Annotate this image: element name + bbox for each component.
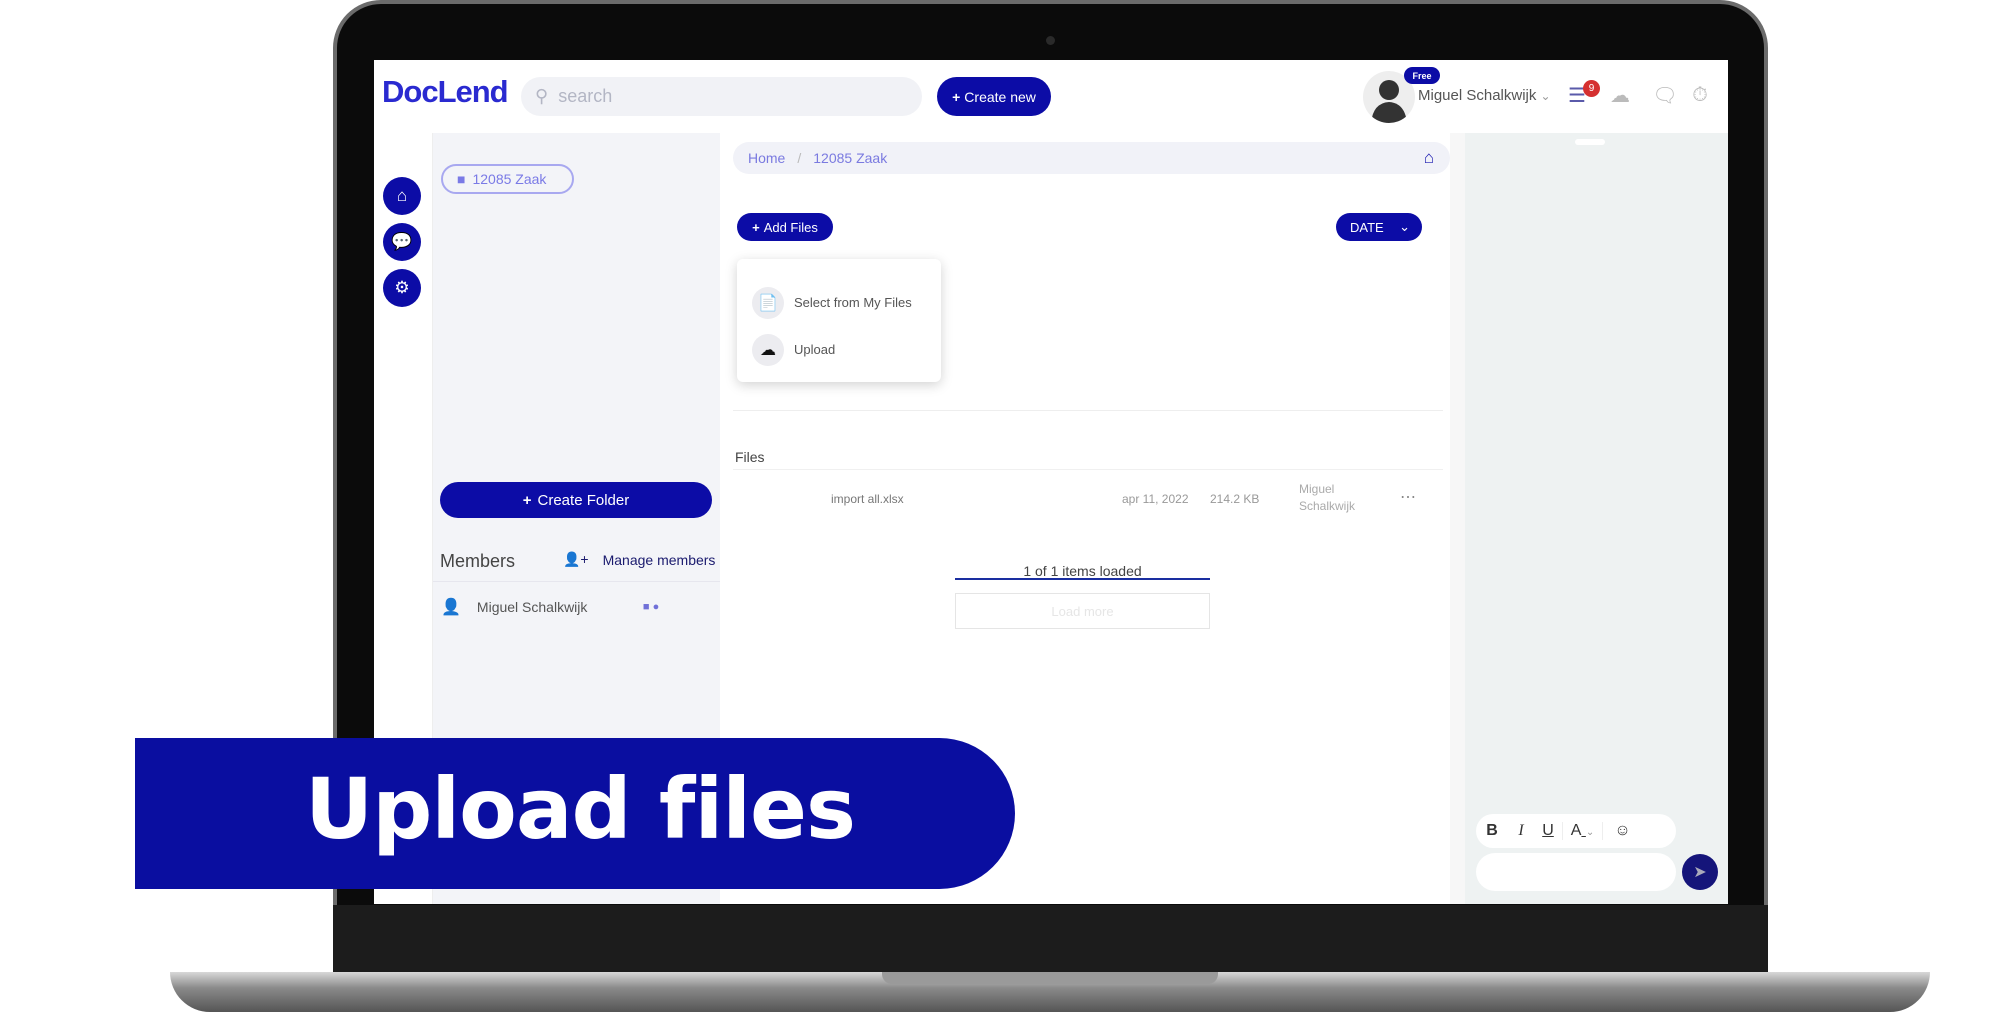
member-avatar-icon: 👤 <box>441 598 461 616</box>
user-menu[interactable]: Miguel Schalkwijk ⌄ <box>1418 87 1551 104</box>
comment-icon[interactable]: 🗨 <box>1652 82 1678 108</box>
member-permissions-icon[interactable]: ■ ● <box>643 601 659 613</box>
items-loaded-text: 1 of 1 items loaded <box>1023 563 1142 579</box>
chat-icon[interactable]: 💬 <box>383 223 421 261</box>
text-color-button[interactable]: A ⌄ <box>1562 822 1602 840</box>
folder-label: 12085 Zaak <box>472 171 547 187</box>
scrollbar[interactable] <box>1450 133 1465 904</box>
chevron-down-icon: ⌄ <box>1540 89 1551 103</box>
menu-item-label: Select from My Files <box>794 295 912 310</box>
laptop-notch <box>882 972 1218 984</box>
gear-icon[interactable]: ⚙ <box>383 269 421 307</box>
add-user-icon: 👤+ <box>563 551 589 567</box>
menu-item-select-from-my-files[interactable]: 📄 Select from My Files <box>737 279 941 326</box>
plan-badge: Free <box>1404 67 1440 84</box>
timer-icon[interactable]: ⏱ <box>1687 82 1713 108</box>
file-owner: Miguel Schalkwijk <box>1299 482 1356 513</box>
plus-icon: + <box>522 491 532 509</box>
notification-badge: 9 <box>1583 80 1600 97</box>
add-files-label: Add Files <box>763 219 818 235</box>
create-folder-label: Create Folder <box>537 491 630 509</box>
add-files-menu: 📄 Select from My Files ☁ Upload <box>737 259 941 382</box>
underline-button[interactable]: U <box>1534 822 1562 840</box>
laptop-chin <box>333 905 1768 975</box>
chevron-down-icon: ⌄ <box>1585 827 1595 838</box>
caption-text: Upload files <box>305 760 856 858</box>
menu-item-upload[interactable]: ☁ Upload <box>737 326 941 373</box>
members-heading: Members <box>440 551 516 571</box>
file-row[interactable]: ☰ 🔒 import all.xlsx apr 11, 2022 214.2 K… <box>720 473 1450 867</box>
files-heading: Files <box>735 449 765 465</box>
menu-item-label: Upload <box>794 342 836 357</box>
load-more-button[interactable]: Load more <box>955 593 1210 629</box>
logo[interactable]: DocLend <box>382 74 509 110</box>
home-user-icon[interactable]: ⌂ <box>1424 148 1434 168</box>
folder-item[interactable]: ■ 12085 Zaak <box>441 164 574 194</box>
sort-dropdown[interactable]: DATE ⌄ <box>1336 213 1422 241</box>
emoji-icon[interactable]: ☺ <box>1602 822 1642 840</box>
caption-banner: Upload files <box>135 738 1015 889</box>
file-date: apr 11, 2022 <box>1122 492 1189 506</box>
cloud-upload-icon[interactable]: ☁ <box>1607 82 1633 108</box>
chat-panel: B I U A ⌄ ☺ ➤ <box>1465 133 1728 904</box>
italic-button[interactable]: I <box>1508 822 1534 840</box>
home-icon[interactable]: ⌂ <box>383 177 421 215</box>
loaded-progress-bar <box>955 578 1210 580</box>
bold-button[interactable]: B <box>1476 822 1508 840</box>
format-toolbar: B I U A ⌄ ☺ <box>1476 814 1676 848</box>
drag-handle[interactable] <box>1575 139 1605 145</box>
sort-label: DATE <box>1350 219 1384 235</box>
more-options-icon[interactable]: ⋯ <box>1400 487 1416 507</box>
chevron-down-icon: ⌄ <box>1399 219 1410 234</box>
create-folder-button[interactable]: + Create Folder <box>440 482 712 518</box>
file-name[interactable]: import all.xlsx <box>831 492 904 506</box>
user-name: Miguel Schalkwijk <box>1418 87 1537 104</box>
breadcrumb-home[interactable]: Home <box>748 150 785 166</box>
add-files-button[interactable]: + Add Files <box>737 213 833 241</box>
text-color-label: A <box>1570 822 1582 839</box>
plus-icon: + <box>752 219 760 235</box>
file-size: 214.2 KB <box>1210 492 1260 506</box>
manage-members-label: Manage members <box>602 551 716 568</box>
plus-icon: + <box>952 88 961 105</box>
breadcrumb-separator: / <box>797 150 802 166</box>
create-new-label: Create new <box>964 88 1036 105</box>
file-icon: 📄 <box>752 286 784 319</box>
send-icon[interactable]: ➤ <box>1682 854 1718 890</box>
divider <box>733 469 1443 470</box>
folder-icon: ■ <box>457 171 466 187</box>
search-placeholder: search <box>558 86 613 106</box>
chat-input[interactable] <box>1476 853 1676 891</box>
manage-members-link[interactable]: 👤+ Manage members <box>563 551 715 568</box>
divider <box>733 410 1443 411</box>
cloud-upload-icon: ☁ <box>752 333 784 366</box>
search-input[interactable]: ⚲ search <box>521 77 922 116</box>
breadcrumb: Home / 12085 Zaak ⌂ <box>733 142 1450 174</box>
member-name: Miguel Schalkwijk <box>476 598 588 615</box>
breadcrumb-current[interactable]: 12085 Zaak <box>813 150 887 166</box>
camera <box>1046 36 1055 45</box>
member-row[interactable]: 👤 Miguel Schalkwijk ■ ● <box>433 581 720 631</box>
search-icon: ⚲ <box>535 86 549 106</box>
create-new-button[interactable]: + Create new <box>937 77 1051 116</box>
